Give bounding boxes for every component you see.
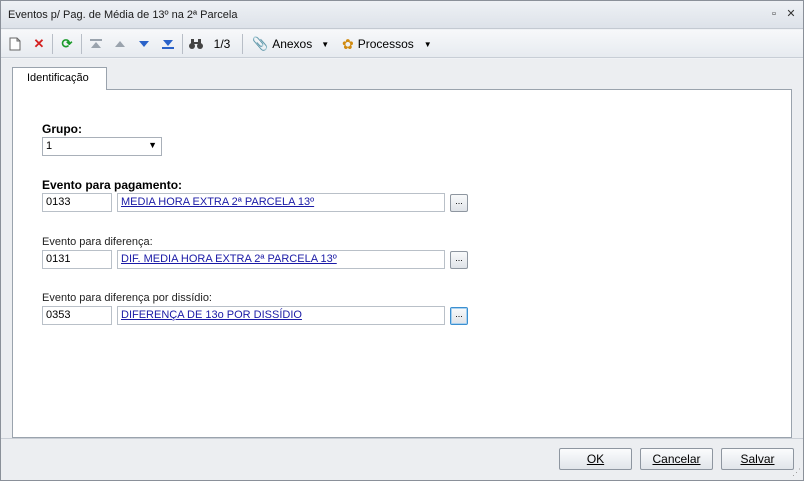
evento-dissidio-lookup-button[interactable]: ... [450,307,468,325]
paperclip-icon: 📎 [252,36,269,51]
toolbar-separator [182,34,183,54]
evento-dissidio-label: Evento para diferença por dissídio: [42,292,212,304]
evento-pagamento-code-field[interactable]: 0133 [42,193,112,212]
save-button[interactable]: Salvar [721,448,794,470]
chevron-down-icon: ▼ [321,39,330,49]
chevron-down-icon: ▼ [148,140,157,150]
evento-pagamento-lookup-button[interactable]: ... [450,194,468,212]
save-label: Salvar [740,452,775,466]
evento-diferenca-link[interactable]: DIF. MEDIA HORA EXTRA 2ª PARCELA 13º [121,253,337,265]
close-icon[interactable]: ✕ [784,7,798,21]
first-record-icon[interactable] [87,34,105,54]
search-binoculars-icon[interactable] [187,34,205,54]
toolbar: ✕ ⟳ 1/3 📎 Anexos ▼ ✿ Processos ▼ [1,30,803,58]
chevron-down-icon: ▼ [423,39,432,49]
new-document-icon[interactable] [7,34,23,54]
tab-identificacao[interactable]: Identificação [12,67,107,90]
processos-label: Processos [357,37,414,51]
grupo-label: Grupo: [42,122,82,136]
processos-menu[interactable]: ✿ Processos ▼ [342,34,442,54]
toolbar-separator [52,34,53,54]
next-record-icon[interactable] [135,34,153,54]
resize-grip-icon[interactable]: ⋰ [792,467,801,478]
evento-dissidio-description[interactable]: DIFERENÇA DE 13o POR DISSÍDIO [117,306,445,325]
cancel-button[interactable]: Cancelar [640,448,713,470]
evento-diferenca-label: Evento para diferença: [42,236,153,248]
tab-panel: Grupo: 1 ▼ Evento para pagamento: 0133 M… [12,89,792,438]
evento-diferenca-code-field[interactable]: 0131 [42,250,112,269]
delete-icon[interactable]: ✕ [31,34,47,54]
grupo-select[interactable]: 1 ▼ [42,137,162,156]
toolbar-separator [242,34,243,54]
footer-bar: OK Cancelar Salvar ⋰ [1,438,803,480]
evento-pagamento-label: Evento para pagamento: [42,178,183,192]
refresh-icon[interactable]: ⟳ [58,34,76,54]
evento-diferenca-lookup-button[interactable]: ... [450,251,468,269]
anexos-menu[interactable]: 📎 Anexos ▼ [252,34,334,54]
ok-button[interactable]: OK [559,448,632,470]
evento-pagamento-description[interactable]: MEDIA HORA EXTRA 2ª PARCELA 13º [117,193,445,212]
evento-diferenca-description[interactable]: DIF. MEDIA HORA EXTRA 2ª PARCELA 13º [117,250,445,269]
restore-icon[interactable]: ▫ [767,7,781,21]
evento-dissidio-link[interactable]: DIFERENÇA DE 13o POR DISSÍDIO [121,309,302,321]
gears-icon: ✿ [342,35,354,52]
record-position: 1/3 [213,37,231,51]
anexos-label: Anexos [272,37,313,51]
evento-dissidio-code-field[interactable]: 0353 [42,306,112,325]
last-record-icon[interactable] [159,34,177,54]
previous-record-icon[interactable] [111,34,129,54]
window-title: Eventos p/ Pag. de Média de 13º na 2ª Pa… [8,9,238,21]
window: Eventos p/ Pag. de Média de 13º na 2ª Pa… [0,0,804,481]
ok-label: OK [586,452,605,466]
cancel-label: Cancelar [652,452,701,466]
content-area: Identificação Grupo: 1 ▼ Evento para pag… [1,59,803,438]
title-bar: Eventos p/ Pag. de Média de 13º na 2ª Pa… [1,1,803,29]
evento-pagamento-link[interactable]: MEDIA HORA EXTRA 2ª PARCELA 13º [121,196,314,208]
grupo-value: 1 [46,140,53,152]
toolbar-separator [81,34,82,54]
